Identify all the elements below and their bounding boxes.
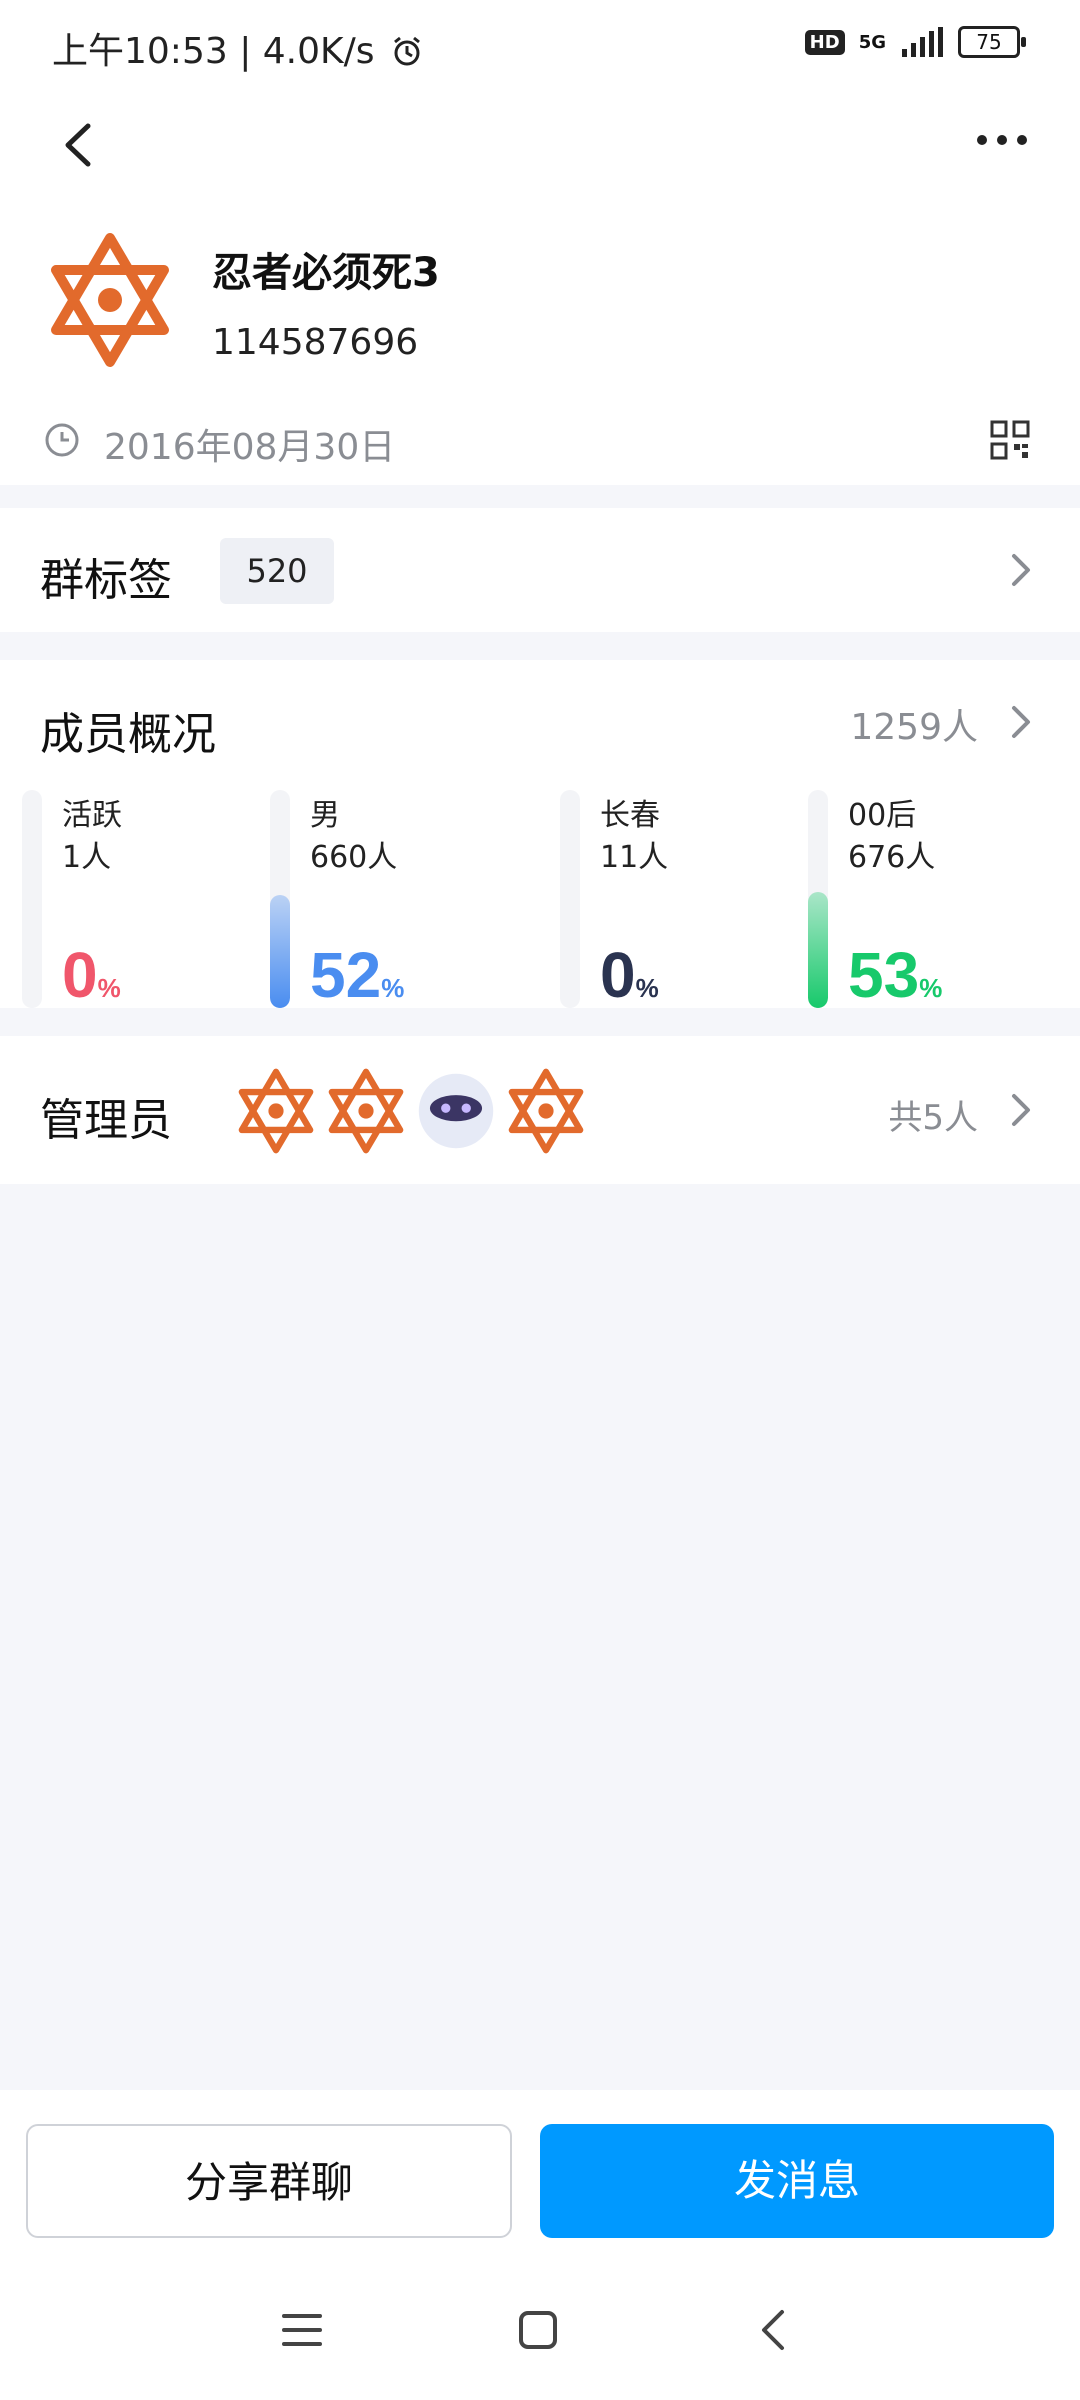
stat-bar-track xyxy=(270,790,290,1008)
send-message-button[interactable]: 发消息 xyxy=(540,2124,1054,2238)
stat-percent: 0% xyxy=(600,938,659,1012)
back-arrow-icon xyxy=(65,123,91,167)
nav-back-button[interactable] xyxy=(758,2308,788,2352)
section-divider xyxy=(0,1008,1080,1036)
stat-count: 660人 xyxy=(310,840,398,875)
stat-bar-fill xyxy=(270,894,290,1008)
stat-percent-unit: % xyxy=(97,973,121,1003)
back-button[interactable] xyxy=(50,110,110,180)
stat-male[interactable]: 男 660人 52% xyxy=(270,790,515,1030)
stat-percent-value: 0 xyxy=(62,939,98,1011)
battery-icon: 75 xyxy=(958,26,1026,58)
chevron-right-icon xyxy=(1006,1088,1036,1136)
chevron-right-icon xyxy=(1006,548,1036,596)
clock-icon xyxy=(44,422,80,458)
stat-bar-track xyxy=(22,790,42,1008)
stat-bar-track xyxy=(808,790,828,1008)
status-time: 上午10:53 | 4.0K/s xyxy=(52,22,424,74)
signal-icon xyxy=(902,27,943,57)
share-group-button[interactable]: 分享群聊 xyxy=(26,2124,512,2238)
star-emblem-icon xyxy=(328,1068,404,1154)
qr-code-icon[interactable] xyxy=(990,420,1030,460)
chevron-right-icon[interactable] xyxy=(1006,700,1036,748)
alarm-icon xyxy=(394,36,420,66)
stat-percent: 0% xyxy=(62,938,121,1012)
stat-percent-unit: % xyxy=(635,973,659,1003)
stat-percent: 52% xyxy=(310,938,404,1012)
star-emblem-icon xyxy=(508,1068,584,1154)
more-options-button[interactable] xyxy=(972,120,1032,160)
stat-count: 676人 xyxy=(848,840,936,875)
stat-percent-value: 0 xyxy=(600,939,636,1011)
members-title: 成员概况 xyxy=(40,709,216,760)
stat-region[interactable]: 长春 11人 0% xyxy=(560,790,805,1030)
home-square-icon xyxy=(519,2311,557,2349)
stat-count: 11人 xyxy=(600,840,669,875)
stat-bar-fill xyxy=(808,892,828,1008)
nav-menu-button[interactable] xyxy=(282,2310,322,2350)
group-tags-title: 群标签 xyxy=(40,555,172,606)
more-dots-icon xyxy=(977,135,1027,145)
admins-count: 共5人 xyxy=(888,1098,978,1138)
stat-percent-unit: % xyxy=(381,973,405,1003)
back-triangle-icon xyxy=(762,2310,784,2350)
menu-lines-icon xyxy=(282,2314,322,2346)
star-emblem-icon xyxy=(238,1068,314,1154)
stat-percent-unit: % xyxy=(919,973,943,1003)
group-avatar[interactable] xyxy=(48,232,172,368)
group-name: 忍者必须死3 xyxy=(212,250,440,296)
stat-label: 00后 xyxy=(848,798,917,833)
status-icons: HD 5G 75 xyxy=(804,26,1026,58)
time-speed-text: 上午10:53 | 4.0K/s xyxy=(52,31,375,72)
hd-badge: HD xyxy=(804,29,845,55)
group-tag-chip: 520 xyxy=(220,538,334,604)
stat-active[interactable]: 活跃 1人 0% xyxy=(22,790,267,1030)
stat-label: 活跃 xyxy=(62,798,122,833)
stat-percent-value: 53 xyxy=(848,939,920,1011)
network-label: 5G xyxy=(858,31,886,53)
admins-title: 管理员 xyxy=(40,1095,172,1146)
stat-label: 长春 xyxy=(600,798,660,833)
stat-percent: 53% xyxy=(848,938,942,1012)
nav-home-button[interactable] xyxy=(518,2310,558,2350)
stat-count: 1人 xyxy=(62,840,112,875)
robot-avatar-icon xyxy=(418,1073,494,1149)
create-date: 2016年08月30日 xyxy=(104,427,396,468)
stat-percent-value: 52 xyxy=(310,939,382,1011)
star-emblem-icon xyxy=(51,233,169,367)
admin-avatars xyxy=(236,1068,586,1154)
group-id: 114587696 xyxy=(212,322,419,363)
stat-label: 男 xyxy=(310,798,340,833)
stat-bar-track xyxy=(560,790,580,1008)
stat-age[interactable]: 00后 676人 53% xyxy=(808,790,1053,1030)
members-total[interactable]: 1259人 xyxy=(850,698,978,750)
